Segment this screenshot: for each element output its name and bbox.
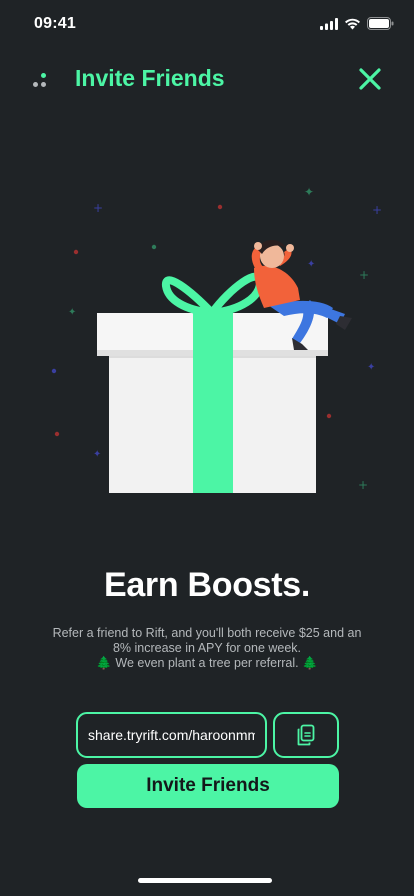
description-line: Refer a friend to Rift, and you'll both … [52,626,362,655]
svg-text:✦: ✦ [367,362,375,373]
dots-icon[interactable] [32,72,50,90]
close-icon[interactable] [356,65,384,93]
svg-text:+: + [372,203,382,217]
copy-button[interactable] [273,712,339,758]
share-link-field[interactable] [76,712,267,758]
headline: Earn Boosts. [103,566,311,604]
share-link-input[interactable] [88,727,255,743]
header: Invite Friends [0,56,414,102]
svg-text:✦: ✦ [93,449,101,460]
status-time: 09:41 [34,15,76,32]
home-indicator [138,878,272,883]
svg-text:+: + [93,201,103,215]
invite-friends-button[interactable]: Invite Friends [77,764,339,808]
copy-icon [297,724,315,746]
battery-icon [367,17,394,30]
svg-text:✦: ✦ [68,307,76,318]
page-title: Invite Friends [75,65,225,91]
svg-text:✦: ✦ [307,259,315,270]
status-bar: 09:41 [0,0,414,48]
status-icons [320,17,394,30]
signal-icon [320,17,338,30]
wifi-icon [345,18,360,29]
tree-line: 🌲 We even plant a tree per referral. 🌲 [96,656,318,670]
gift-illustration: + ✦ + ✦ + ✦ ✦ ✦ + [51,185,382,493]
svg-text:+: + [358,478,368,492]
description: Refer a friend to Rift, and you'll both … [44,626,370,671]
svg-text:+: + [359,268,369,282]
svg-text:✦: ✦ [304,185,314,199]
